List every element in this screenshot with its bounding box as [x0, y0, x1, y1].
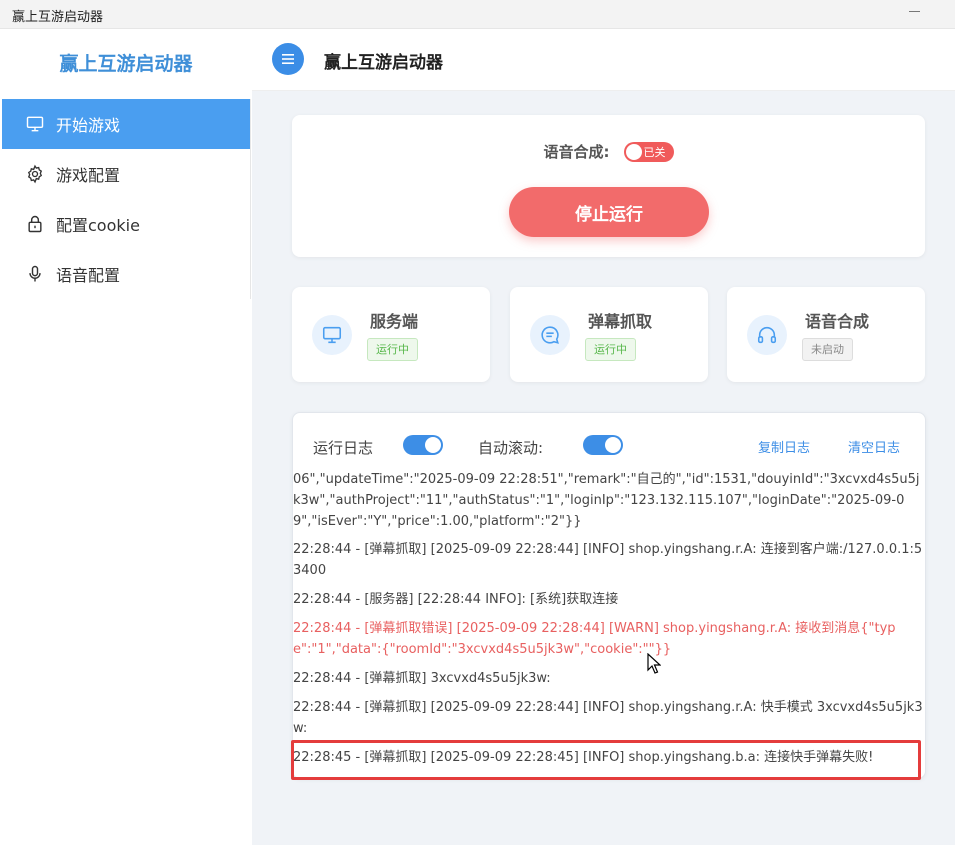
- status-name: 语音合成: [805, 312, 870, 331]
- mouse-cursor-icon: [647, 653, 661, 674]
- log-header: 运行日志 自动滚动: 复制日志 清空日志: [293, 413, 925, 469]
- voice-synthesis-switch[interactable]: 已关: [623, 141, 674, 162]
- sidebar-menu: 开始游戏 游戏配置 配置cookie 语音配置: [2, 99, 251, 299]
- control-card: 语音合成: 已关 停止运行: [292, 115, 925, 257]
- log-output[interactable]: 06","updateTime":"2025-09-09 22:28:51","…: [293, 469, 923, 779]
- error-highlight-box: [291, 740, 921, 780]
- monitor-icon: [24, 113, 46, 135]
- sidebar-item-label: 配置cookie: [56, 216, 140, 235]
- window-titlebar: 赢上互游启动器: [0, 0, 955, 29]
- microphone-icon: [24, 263, 46, 285]
- log-card: 运行日志 自动滚动: 复制日志 清空日志 06","updateTime":"2…: [292, 412, 926, 779]
- status-name: 弹幕抓取: [588, 312, 653, 331]
- main-content: 语音合成: 已关 停止运行 服务端 运行中 弹幕抓取 运行中 语音合成 未启动 …: [252, 91, 955, 845]
- sidebar-item-cookie-config[interactable]: 配置cookie: [2, 199, 250, 249]
- switch-knob: [625, 143, 642, 160]
- toggle-knob: [605, 437, 621, 453]
- minimize-icon[interactable]: [909, 4, 921, 16]
- status-name: 服务端: [370, 312, 419, 331]
- log-entry: 22:28:44 - [服务器] [22:28:44 INFO]: [系统]获取…: [293, 592, 619, 607]
- log-entry: 22:28:44 - [弹幕抓取] [2025-09-09 22:28:44] …: [293, 542, 923, 578]
- page-header: 赢上互游启动器: [252, 29, 955, 91]
- status-badge: 未启动: [802, 338, 853, 361]
- auto-scroll-toggle[interactable]: [583, 435, 623, 455]
- switch-state-label: 已关: [643, 145, 666, 159]
- menu-icon: [282, 54, 294, 64]
- page-title: 赢上互游启动器: [324, 53, 443, 73]
- headphones-icon: [747, 315, 787, 355]
- sidebar-item-label: 语音配置: [56, 266, 121, 285]
- sidebar-item-label: 开始游戏: [56, 116, 121, 135]
- status-card-voice: 语音合成 未启动: [727, 287, 925, 382]
- sidebar-item-start-game[interactable]: 开始游戏: [2, 99, 250, 149]
- clear-log-link[interactable]: 清空日志: [848, 437, 900, 456]
- chat-icon: [530, 315, 570, 355]
- status-card-server: 服务端 运行中: [292, 287, 490, 382]
- sidebar: 赢上互游启动器 开始游戏 游戏配置 配置cookie 语音配置: [0, 29, 252, 845]
- menu-toggle-button[interactable]: [272, 43, 304, 75]
- sidebar-item-voice-config[interactable]: 语音配置: [2, 249, 250, 299]
- log-enable-toggle[interactable]: [403, 435, 443, 455]
- log-entry: 22:28:44 - [弹幕抓取] [2025-09-09 22:28:44] …: [293, 700, 923, 736]
- window-title: 赢上互游启动器: [12, 10, 104, 25]
- log-entry-warning: 22:28:44 - [弹幕抓取错误] [2025-09-09 22:28:44…: [293, 621, 896, 657]
- log-entry: 06","updateTime":"2025-09-09 22:28:51","…: [293, 472, 920, 529]
- log-entry: 22:28:44 - [弹幕抓取] 3xcvxd4s5u5jk3w:: [293, 671, 551, 686]
- sidebar-brand: 赢上互游启动器: [59, 53, 193, 75]
- monitor-icon: [312, 315, 352, 355]
- status-badge: 运行中: [367, 338, 418, 361]
- lock-icon: [24, 213, 46, 235]
- voice-synthesis-label: 语音合成:: [543, 143, 610, 161]
- copy-log-link[interactable]: 复制日志: [758, 437, 810, 456]
- log-title: 运行日志: [313, 439, 374, 457]
- status-card-danmaku: 弹幕抓取 运行中: [510, 287, 708, 382]
- stop-run-button[interactable]: 停止运行: [509, 187, 709, 237]
- voice-synthesis-row: 语音合成: 已关: [292, 141, 925, 162]
- auto-scroll-label: 自动滚动:: [478, 439, 544, 457]
- sidebar-item-game-config[interactable]: 游戏配置: [2, 149, 250, 199]
- sidebar-item-label: 游戏配置: [56, 166, 121, 185]
- status-badge: 运行中: [585, 338, 636, 361]
- gear-icon: [24, 163, 46, 185]
- toggle-knob: [425, 437, 441, 453]
